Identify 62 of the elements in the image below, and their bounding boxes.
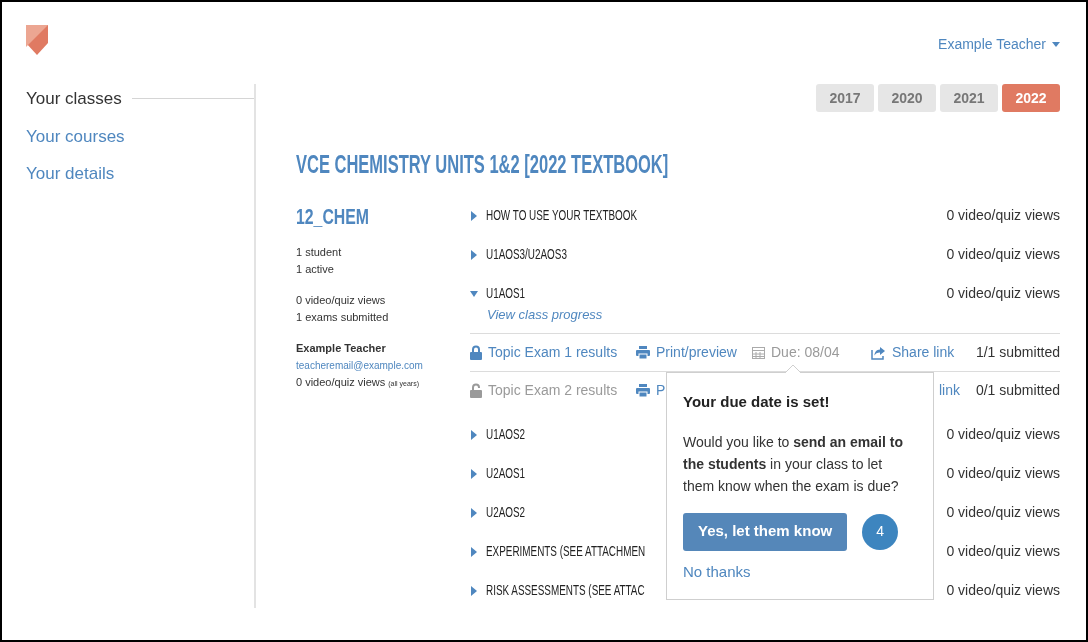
submitted-count: 0/1 submitted [974,381,1060,400]
popover-message: Would you like to send an email to the students in your class to let them know when the exam is due? [683,432,904,496]
exam-results-link[interactable]: Topic Exam 2 results [488,380,618,401]
confirm-button[interactable]: Yes, let them know [683,512,848,551]
teacher-views: 0 video/quiz views [296,375,386,390]
class-stat: 1 student [296,245,343,260]
submitted-count: 1/1 submitted [974,343,1060,362]
caret-right-icon[interactable] [470,507,478,518]
topic-title[interactable]: RISK ASSESSMENTS (SEE ATTAC [486,579,645,602]
print-preview-link[interactable]: P [656,380,666,401]
caret-right-icon[interactable] [470,546,478,557]
year-tab[interactable]: 2017 [816,84,874,112]
caret-down-icon [1052,42,1060,47]
sidebar-nav-link[interactable]: Your details [26,161,115,187]
decline-link[interactable]: No thanks [683,560,909,583]
topic-title[interactable]: HOW TO USE YOUR TEXTBOOK [486,204,638,227]
topic-views: 0 video/quiz views [946,503,1060,522]
topic-title[interactable]: U1AOS3/U2AOS3 [486,243,567,266]
caret-right-icon[interactable] [470,210,478,221]
calendar-icon [752,346,765,359]
caret-down-icon[interactable] [470,288,478,299]
class-stat: 1 exams submitted [296,310,390,325]
share-link[interactable]: link [939,380,960,401]
due-date[interactable]: Due: 08/04 [771,342,840,363]
topic-title[interactable]: U1AOS1 [486,282,526,305]
exam-results-link[interactable]: Topic Exam 1 results [488,342,618,363]
topic-views: 0 video/quiz views [946,542,1060,561]
year-tab[interactable]: 2020 [878,84,936,112]
step-badge: 4 [862,513,899,550]
shield-logo[interactable] [26,25,48,55]
teacher-name: Example Teacher [296,341,387,356]
class-progress-link[interactable]: View class progress [487,305,1060,325]
user-menu[interactable]: Example Teacher [938,34,1060,55]
topic-title[interactable]: EXPERIMENTS (SEE ATTACHMEN [486,540,646,563]
topic-views: 0 video/quiz views [946,464,1060,483]
year-tab[interactable]: 2022 [1002,84,1060,112]
caret-right-icon[interactable] [470,585,478,596]
printer-icon [636,346,650,359]
share-link[interactable]: Share link [892,342,955,363]
share-icon [871,345,886,360]
printer-icon [636,384,650,397]
caret-right-icon[interactable] [470,468,478,479]
topic-views: 0 video/quiz views [946,425,1060,444]
sidebar-nav-link[interactable]: Your courses [26,123,125,149]
topic-views: 0 video/quiz views [946,284,1060,303]
topic-views: 0 video/quiz views [946,206,1060,225]
year-tab[interactable]: 2021 [940,84,998,112]
class-stat: 1 active [296,262,335,277]
teacher-email-link[interactable]: teacheremail@example.com [296,357,470,374]
print-preview-link[interactable]: Print/preview [656,342,737,363]
topic-views: 0 video/quiz views [946,245,1060,264]
class-name[interactable]: 12_CHEM [296,204,370,230]
course-title: VCE CHEMISTRY UNITS 1&2 [2022 TEXTBOOK] [296,149,669,176]
sidebar-nav-link[interactable]: Your classes [26,86,122,112]
topic-title[interactable]: U2AOS1 [486,462,526,485]
caret-right-icon[interactable] [470,429,478,440]
popover-title: Your due date is set! [683,392,831,412]
topic-title[interactable]: U1AOS2 [486,423,526,446]
caret-right-icon[interactable] [470,249,478,260]
topic-views: 0 video/quiz views [946,581,1060,600]
topic-title[interactable]: U2AOS2 [486,501,526,524]
class-stat: 0 video/quiz views [296,293,387,308]
